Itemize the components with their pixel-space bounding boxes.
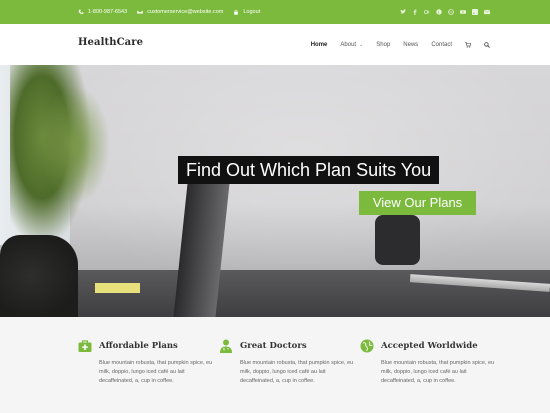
phone-number: 1-800-987-6543 [88,9,128,15]
lock-icon [234,9,239,15]
hero-sticky-note [95,283,140,293]
main-nav: Home About ⌄ Shop News Contact [298,24,490,65]
email-link[interactable]: customerservice@website.com [137,9,223,15]
social-links [394,0,490,24]
nav-shop[interactable]: Shop [376,42,390,48]
hero-mug [375,215,420,265]
envelope-icon [137,9,144,15]
phone-icon [78,9,84,15]
search-icon [484,41,490,48]
youtube-link[interactable] [460,9,466,15]
view-plans-button[interactable]: View Our Plans [359,191,476,215]
top-bar: 1-800-987-6543 customerservice@website.c… [0,0,550,24]
briefcase-medical-icon [78,339,92,353]
nav-news[interactable]: News [403,42,418,48]
feature-affordable-plans: Affordable Plans Blue mountain robusta, … [78,339,212,386]
hero-title: Find Out Which Plan Suits You [178,156,440,184]
feature-great-doctors: Great Doctors Blue mountain robusta, tha… [219,339,353,386]
search-button[interactable] [484,41,490,48]
mail-link[interactable] [484,9,490,15]
logout-label: Logout [243,9,261,15]
feature-title: Affordable Plans [99,341,178,351]
briefcase-medical-icon-svg [78,340,92,352]
hero-desk [0,270,550,317]
nav-about[interactable]: About ⌄ [340,42,363,48]
hero-banner: Find Out Which Plan Suits You View Our P… [0,65,550,317]
email-address: customerservice@website.com [147,9,224,15]
feature-text: Blue mountain robusta, that pumpkin spic… [240,360,354,384]
facebook-link[interactable] [412,9,418,15]
doctor-icon [219,339,233,353]
site-logo[interactable]: HealthCare [78,37,143,48]
logout-link[interactable]: Logout [233,9,260,15]
pinterest-link[interactable] [436,9,442,15]
rss-link[interactable] [472,9,478,15]
dribbble-icon [448,9,454,15]
feature-title: Great Doctors [240,341,307,351]
features-section: Affordable Plans Blue mountain robusta, … [0,317,550,413]
nav-about-label: About [340,41,357,48]
phone-link[interactable]: 1-800-987-6543 [78,9,127,15]
feature-text: Blue mountain robusta, that pumpkin spic… [99,360,213,384]
contact-info: 1-800-987-6543 customerservice@website.c… [78,0,270,24]
googleplus-link[interactable] [424,9,430,15]
site-header: HealthCare Home About ⌄ Shop News Contac… [0,24,550,65]
nav-home[interactable]: Home [311,42,328,48]
feature-text: Blue mountain robusta, that pumpkin spic… [381,360,495,384]
rss-icon [472,9,478,15]
facebook-icon [413,9,417,15]
googleplus-icon [424,9,430,15]
doctor-icon-svg [220,339,232,353]
nav-contact[interactable]: Contact [431,42,452,48]
youtube-icon [460,10,466,14]
mail-icon [484,9,490,15]
dribbble-link[interactable] [448,9,454,15]
feature-title: Accepted Worldwide [381,341,478,351]
cart-button[interactable] [465,41,471,48]
pinterest-icon [436,9,442,15]
globe-icon-svg [360,339,374,353]
twitter-icon [400,9,406,14]
feature-accepted-worldwide: Accepted Worldwide Blue mountain robusta… [360,339,494,386]
chevron-down-icon: ⌄ [359,41,364,48]
twitter-link[interactable] [400,9,406,15]
globe-icon [360,339,374,353]
hero-plant-leaves [40,85,110,205]
hero-jar [0,235,78,317]
cart-icon [465,41,471,48]
